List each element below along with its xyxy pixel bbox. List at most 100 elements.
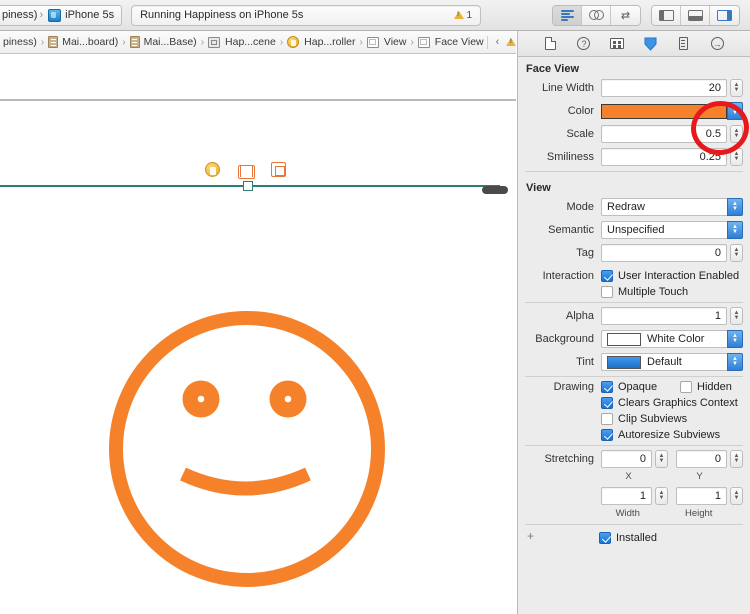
section-divider: [525, 376, 743, 377]
debug-area-toggle-button[interactable]: [681, 5, 710, 25]
bottom-pane-icon: [687, 9, 703, 21]
section-divider: [525, 171, 743, 172]
background-popup-button[interactable]: ▲ ▼: [727, 330, 743, 348]
interface-builder-canvas[interactable]: [0, 54, 516, 614]
breadcrumb-item-view[interactable]: View ›: [366, 31, 417, 53]
first-responder-dock-icon[interactable]: [238, 162, 255, 179]
background-color-swatch: [607, 332, 641, 346]
stretching-width-input[interactable]: 1: [601, 487, 652, 505]
stretching-height-stepper[interactable]: ▲ ▼: [730, 487, 743, 505]
smiliness-stepper[interactable]: ▲ ▼: [730, 148, 743, 166]
breadcrumb-item-face-view[interactable]: Face View: [417, 31, 487, 53]
stretching-y-input[interactable]: 0: [676, 450, 727, 468]
background-label: Background: [535, 333, 594, 345]
status-warning-group[interactable]: 1: [453, 10, 472, 21]
clears-graphics-context-label: Clears Graphics Context: [618, 397, 738, 409]
hidden-checkbox[interactable]: [680, 381, 692, 393]
semantic-popup-value[interactable]: Unspecified: [601, 221, 727, 239]
view-icon: [417, 36, 430, 48]
clip-subviews-checkbox[interactable]: [601, 413, 613, 425]
line-width-input[interactable]: 20: [601, 79, 727, 97]
mode-popup-button[interactable]: ▲ ▼: [727, 198, 743, 216]
navigator-toggle-button[interactable]: [652, 5, 681, 25]
background-popup-value[interactable]: White Color: [601, 330, 727, 348]
tag-stepper[interactable]: ▲ ▼: [730, 244, 743, 262]
tag-label: Tag: [576, 247, 594, 259]
breadcrumb-item-storyboard[interactable]: Mai...board) ›: [47, 31, 128, 53]
stretching-xy-sublabels: X Y: [518, 471, 750, 482]
view-controller-dock-icon[interactable]: [205, 162, 220, 177]
stretching-x-input[interactable]: 0: [601, 450, 652, 468]
version-editor-button[interactable]: ⇄: [611, 5, 640, 25]
user-interaction-enabled-checkbox[interactable]: [601, 270, 613, 282]
multiple-touch-checkbox[interactable]: [601, 286, 613, 298]
connections-inspector-tab[interactable]: →: [707, 35, 727, 53]
quick-help-inspector-tab[interactable]: ?: [574, 35, 594, 53]
utilities-inspector-panel: ? → Face View Line Width 20 ▲ ▼ Color ▲ …: [517, 31, 750, 614]
tint-row: Tint Default ▲ ▼: [518, 353, 750, 371]
tint-popup-button[interactable]: ▲ ▼: [727, 353, 743, 371]
line-width-label: Line Width: [542, 82, 594, 94]
jumpbar-prev-button[interactable]: ‹: [496, 36, 500, 48]
breadcrumb-label: piness): [3, 36, 37, 48]
breadcrumb-item-project[interactable]: piness) ›: [0, 31, 47, 53]
scale-input[interactable]: 0.5: [601, 125, 727, 143]
file-inspector-tab[interactable]: [541, 35, 561, 53]
scheme-area: piness) › iPhone 5s: [0, 4, 123, 26]
installed-checkbox[interactable]: [599, 531, 611, 544]
smiliness-input[interactable]: 0.25: [601, 148, 727, 166]
mode-popup-value[interactable]: Redraw: [601, 198, 727, 216]
background-row: Background White Color ▲ ▼: [518, 330, 750, 348]
stretching-height-input[interactable]: 1: [676, 487, 727, 505]
chevron-right-icon: ›: [359, 36, 363, 48]
stretching-width-stepper[interactable]: ▲ ▼: [655, 487, 668, 505]
arrow-circle-icon: →: [710, 37, 724, 50]
size-inspector-tab[interactable]: [674, 35, 694, 53]
stretching-y-stepper[interactable]: ▲ ▼: [730, 450, 743, 468]
identity-inspector-tab[interactable]: [607, 35, 627, 53]
warning-triangle-icon[interactable]: [506, 38, 516, 46]
identity-card-icon: [610, 38, 625, 49]
scale-stepper[interactable]: ▲ ▼: [730, 125, 743, 143]
standard-editor-button[interactable]: [553, 5, 582, 25]
alpha-stepper[interactable]: ▲ ▼: [730, 307, 743, 325]
utilities-toggle-button[interactable]: [710, 5, 739, 25]
stretching-size-sublabels: Width Height: [518, 508, 750, 519]
breadcrumb-item-scene[interactable]: Hap...cene ›: [207, 31, 286, 53]
exit-dock-icon[interactable]: [271, 162, 286, 177]
alpha-input[interactable]: 1: [601, 307, 727, 325]
breadcrumb-label: Mai...board): [62, 36, 119, 48]
attributes-inspector-tab[interactable]: [641, 35, 661, 53]
canvas-scrollbar[interactable]: [482, 186, 508, 194]
chevron-right-icon: ›: [410, 36, 414, 48]
smiliness-label: Smiliness: [546, 151, 594, 163]
line-width-stepper[interactable]: ▲ ▼: [730, 79, 743, 97]
scheme-selector[interactable]: piness) › iPhone 5s: [0, 4, 123, 26]
add-variation-button[interactable]: +: [524, 530, 537, 544]
stretching-x-stepper[interactable]: ▲ ▼: [655, 450, 668, 468]
autoresize-subviews-checkbox[interactable]: [601, 429, 613, 441]
face-view-preview[interactable]: [105, 307, 390, 592]
clears-graphics-context-checkbox[interactable]: [601, 397, 613, 409]
color-swatch[interactable]: [601, 103, 727, 119]
installed-label: Installed: [616, 531, 657, 544]
tint-label: Tint: [576, 356, 594, 368]
main-toolbar: piness) › iPhone 5s Running Happiness on…: [0, 0, 750, 31]
breadcrumb-item-base[interactable]: Mai...Base) ›: [129, 31, 207, 53]
section-divider: [525, 302, 743, 303]
autoresize-subviews-label: Autoresize Subviews: [618, 429, 721, 441]
assistant-editor-button[interactable]: [582, 5, 611, 25]
tag-input[interactable]: 0: [601, 244, 727, 262]
semantic-popup-button[interactable]: ▲ ▼: [727, 221, 743, 239]
section-divider: [525, 524, 743, 525]
iphone-device-icon: [48, 8, 62, 22]
breadcrumb-label: Mai...Base): [143, 36, 197, 48]
opaque-checkbox[interactable]: [601, 381, 613, 393]
breadcrumb-item-view-controller[interactable]: Hap...roller ›: [286, 31, 366, 53]
drawing-row: Drawing Opaque Hidden: [518, 381, 750, 393]
document-icon: [129, 36, 140, 48]
color-popup-button[interactable]: ▲ ▼: [727, 102, 743, 120]
stretching-y-sublabel: Y: [696, 471, 703, 482]
tint-popup-value[interactable]: Default: [601, 353, 727, 371]
scene-resize-handle[interactable]: [243, 181, 253, 191]
